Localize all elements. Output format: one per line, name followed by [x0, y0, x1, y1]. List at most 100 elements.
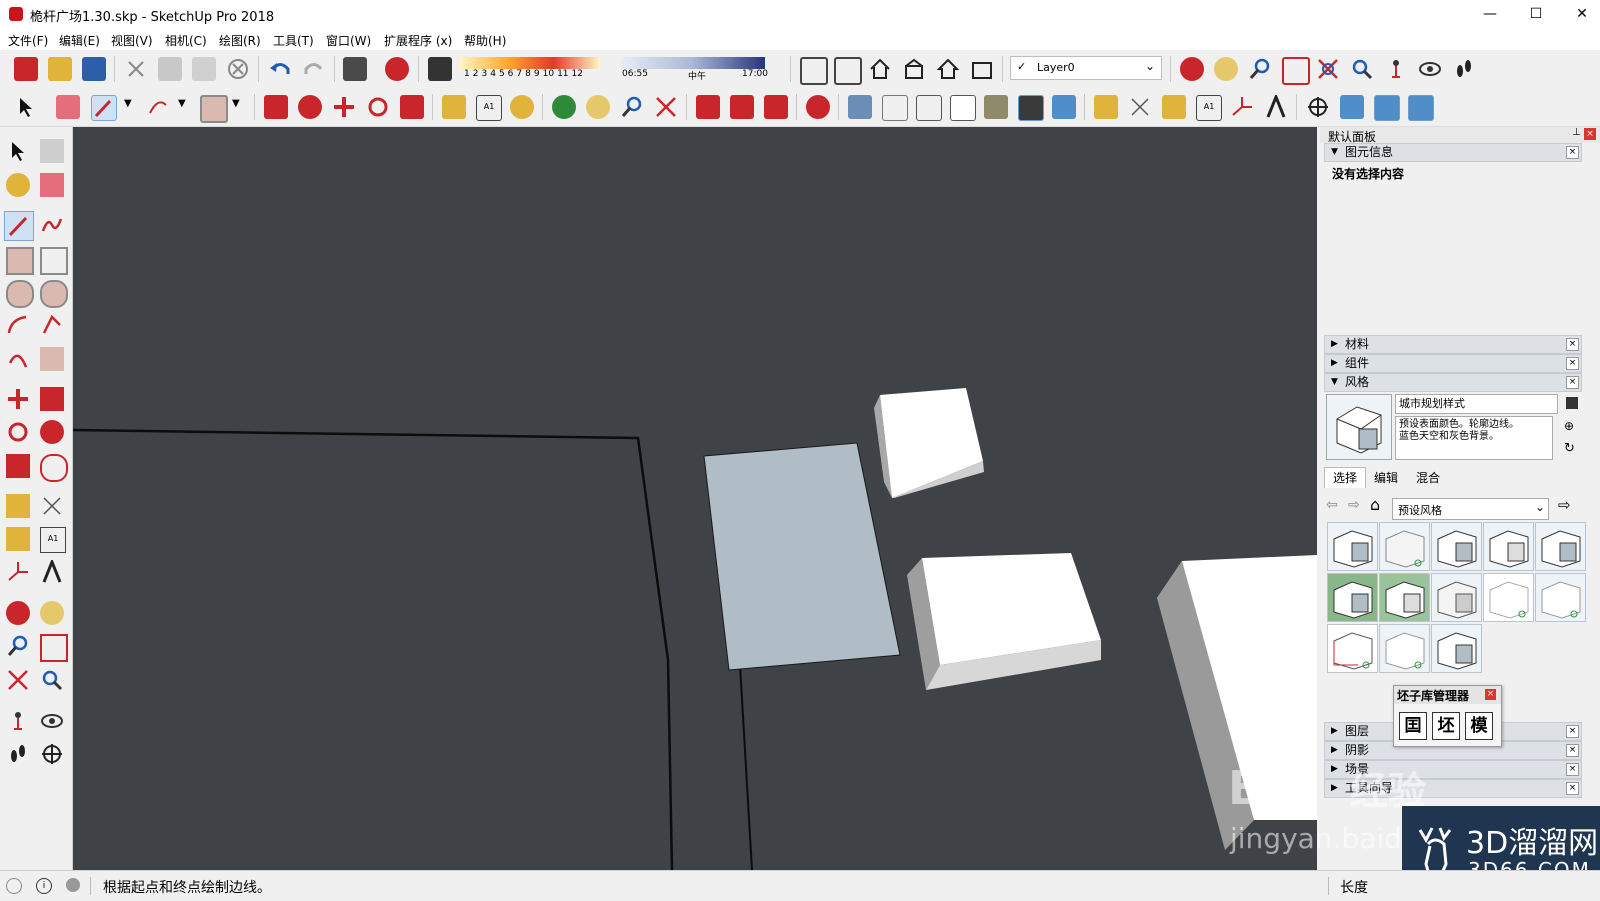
paint-tool-icon[interactable]: [6, 173, 30, 197]
materials-header[interactable]: ▶ 材料 ×: [1324, 335, 1582, 354]
style-thumbnail[interactable]: [1483, 522, 1534, 571]
tray-close-icon[interactable]: ×: [1584, 128, 1596, 140]
tab-edit[interactable]: 编辑: [1366, 468, 1406, 488]
copy-icon[interactable]: [158, 57, 182, 81]
panel-close-icon[interactable]: ×: [1566, 782, 1579, 795]
line-tool-icon[interactable]: [4, 211, 34, 241]
zoom-large-icon[interactable]: [620, 95, 644, 119]
freehand-tool-icon[interactable]: [40, 213, 64, 237]
walk-footprints-icon[interactable]: [1452, 57, 1476, 81]
orbit-tool-icon[interactable]: [6, 601, 30, 625]
orbit-icon[interactable]: [1180, 57, 1204, 81]
new-file-icon[interactable]: [14, 57, 38, 81]
previous-view-icon[interactable]: [1350, 57, 1374, 81]
panel-close-icon[interactable]: ×: [1566, 763, 1579, 776]
components-red-icon[interactable]: [730, 95, 754, 119]
circle-tool-icon[interactable]: [6, 280, 34, 308]
pie-tool-icon[interactable]: [40, 347, 64, 371]
share-model-icon[interactable]: [902, 57, 926, 81]
follow-me-icon[interactable]: [298, 95, 322, 119]
tape-measure-2-icon[interactable]: [1094, 95, 1118, 119]
style-thumbnail[interactable]: [1483, 573, 1534, 622]
rectangle-tool-icon[interactable]: [6, 247, 34, 275]
section-tool-icon[interactable]: [40, 742, 64, 766]
followme-tool-icon[interactable]: [40, 420, 64, 444]
shaded-icon[interactable]: [984, 95, 1008, 119]
arc-dropdown-icon[interactable]: ▼: [178, 98, 186, 109]
tape-measure-icon[interactable]: [442, 95, 466, 119]
paste-icon[interactable]: [192, 57, 216, 81]
scale-tool-icon[interactable]: [6, 454, 30, 478]
entity-info-header[interactable]: ▼ 图元信息 ×: [1324, 143, 1582, 162]
dimension-tool-icon[interactable]: [40, 494, 64, 518]
top-view-icon[interactable]: [1374, 95, 1400, 121]
style-thumbnail[interactable]: [1431, 522, 1482, 571]
menu-extensions[interactable]: 扩展程序 (x): [384, 32, 452, 49]
style-thumbnail[interactable]: [1535, 573, 1586, 622]
panel-close-icon[interactable]: ×: [1566, 744, 1579, 757]
style-library-select[interactable]: 预设风格 ⌄: [1392, 498, 1549, 520]
menu-camera[interactable]: 相机(C): [165, 32, 207, 49]
pan-tool-icon[interactable]: [40, 601, 64, 625]
2point-arc-tool-icon[interactable]: [40, 313, 64, 337]
panel-close-icon[interactable]: ×: [1566, 357, 1579, 370]
paint-bucket-icon[interactable]: [510, 95, 534, 119]
details-arrow-icon[interactable]: ⇨: [1558, 496, 1571, 514]
look-around-icon[interactable]: [1418, 57, 1442, 81]
style-description[interactable]: 预设表面颜色。轮廓边线。 蓝色天空和灰色背景。: [1395, 416, 1553, 460]
look-around-tool-icon[interactable]: [40, 709, 64, 733]
piziku-model-button[interactable]: 坯: [1432, 712, 1460, 740]
share-red-icon[interactable]: [764, 95, 788, 119]
rotated-rectangle-tool-icon[interactable]: [40, 247, 68, 275]
menu-help[interactable]: 帮助(H): [464, 32, 506, 49]
model-info-icon[interactable]: [385, 57, 409, 81]
pan-hand-icon[interactable]: [1214, 57, 1238, 81]
3d-text-icon[interactable]: [1264, 92, 1288, 119]
style-thumbnail[interactable]: [1379, 573, 1430, 622]
house-icon[interactable]: [868, 57, 892, 81]
eraser-icon[interactable]: [56, 95, 80, 119]
style-thumbnail[interactable]: [1535, 522, 1586, 571]
rotate-tool-icon[interactable]: [6, 420, 30, 444]
print-icon[interactable]: [343, 57, 367, 81]
extension-warehouse-icon[interactable]: [834, 57, 862, 85]
panel-close-icon[interactable]: ×: [1566, 146, 1579, 159]
menu-view[interactable]: 视图(V): [111, 32, 153, 49]
shadow-toggle-icon[interactable]: [428, 57, 452, 81]
text-label-2-icon[interactable]: A1: [1196, 95, 1222, 121]
warehouse-red-icon[interactable]: [696, 95, 720, 119]
scale-icon[interactable]: [400, 95, 424, 119]
orbit-large-icon[interactable]: [552, 95, 576, 119]
monochrome-icon[interactable]: [1052, 95, 1076, 119]
shape-dropdown-icon[interactable]: ▼: [232, 98, 240, 109]
style-thumbnail[interactable]: [1327, 624, 1378, 673]
save-style-icon[interactable]: [1566, 397, 1578, 409]
zoom-extents-large-icon[interactable]: [654, 95, 678, 119]
position-camera-tool-icon[interactable]: [6, 709, 30, 733]
tape-tool-icon[interactable]: [6, 494, 30, 518]
menu-file[interactable]: 文件(F): [8, 32, 48, 49]
open-folder-icon[interactable]: [48, 57, 72, 81]
previous-tool-icon[interactable]: [40, 668, 64, 692]
dimension-icon[interactable]: [1128, 95, 1152, 119]
user-account-icon[interactable]: [66, 878, 80, 892]
style-thumbnail[interactable]: [1431, 573, 1482, 622]
zoom-extents-tool-icon[interactable]: [6, 668, 30, 692]
styles-header[interactable]: ▼ 风格 ×: [1324, 373, 1582, 392]
piziku-library-button[interactable]: 模: [1465, 712, 1493, 740]
pushpull-tool-icon[interactable]: [40, 387, 64, 411]
polygon-tool-icon[interactable]: [40, 280, 68, 308]
home-icon[interactable]: ⌂: [1370, 495, 1380, 514]
components-header[interactable]: ▶ 组件 ×: [1324, 354, 1582, 373]
ruby-gem-icon[interactable]: [806, 95, 830, 119]
select-tool-icon[interactable]: [6, 139, 30, 163]
cut-icon[interactable]: [124, 57, 148, 81]
menu-draw[interactable]: 绘图(R): [219, 32, 261, 49]
popup-close-icon[interactable]: ×: [1485, 689, 1496, 700]
back-edges-icon[interactable]: [882, 95, 908, 121]
zoom-extents-icon[interactable]: [1316, 57, 1340, 81]
style-thumbnail[interactable]: [1327, 522, 1378, 571]
close-button[interactable]: ✕: [1559, 0, 1600, 28]
pan-large-icon[interactable]: [586, 95, 610, 119]
push-pull-icon[interactable]: [264, 95, 288, 119]
